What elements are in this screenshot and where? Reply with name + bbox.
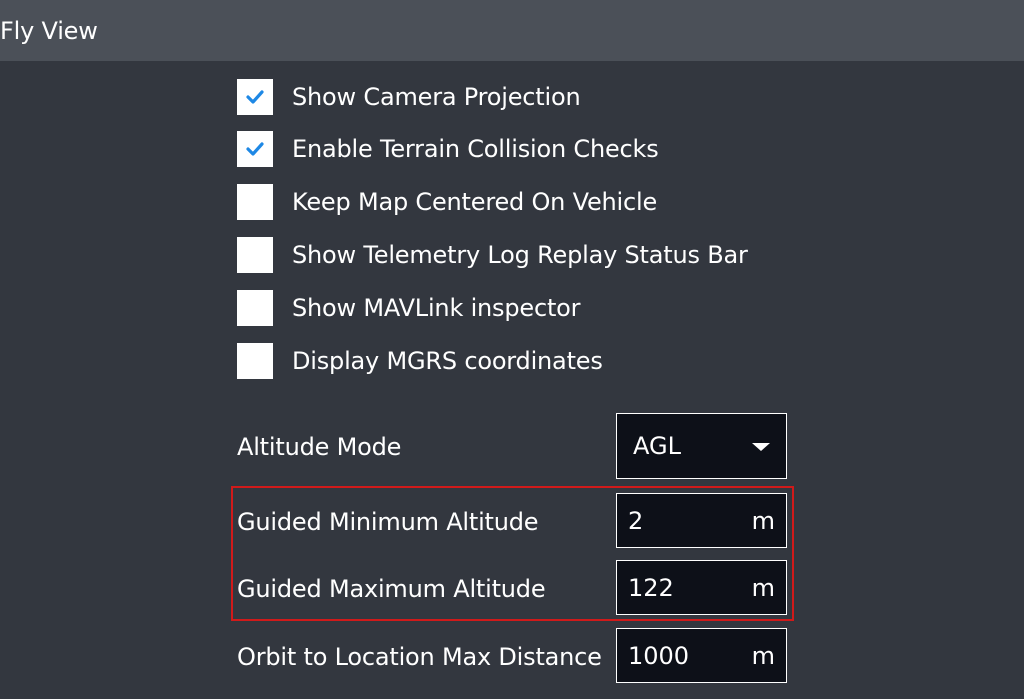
checkbox-row-mavlink-inspector[interactable]: Show MAVLink inspector [237, 290, 581, 326]
guided-min-altitude-field[interactable]: 2 m [616, 493, 787, 548]
guided-max-altitude-label: Guided Maximum Altitude [237, 575, 546, 603]
orbit-max-distance-field[interactable]: 1000 m [616, 628, 787, 683]
orbit-max-distance-unit: m [751, 642, 775, 670]
map-centered-label: Keep Map Centered On Vehicle [292, 188, 658, 216]
checkbox-row-camera-projection[interactable]: Show Camera Projection [237, 79, 581, 115]
camera-projection-label: Show Camera Projection [292, 83, 581, 111]
altitude-mode-value: AGL [633, 432, 681, 460]
terrain-collision-label: Enable Terrain Collision Checks [292, 135, 659, 163]
guided-min-altitude-unit: m [751, 507, 775, 535]
checkbox-row-mgrs[interactable]: Display MGRS coordinates [237, 343, 603, 379]
guided-max-altitude-value: 122 [628, 574, 674, 602]
telemetry-log-checkbox[interactable] [237, 237, 273, 273]
dropdown-arrow-icon [752, 443, 770, 451]
guided-min-altitude-value: 2 [628, 507, 644, 535]
guided-max-altitude-unit: m [751, 574, 775, 602]
orbit-max-distance-label: Orbit to Location Max Distance [237, 643, 602, 671]
terrain-collision-checkbox[interactable] [237, 131, 273, 167]
checkbox-row-map-centered[interactable]: Keep Map Centered On Vehicle [237, 184, 657, 220]
guided-max-altitude-field[interactable]: 122 m [616, 560, 787, 615]
header-bar: Fly View [0, 0, 1024, 61]
camera-projection-checkbox[interactable] [237, 79, 273, 115]
mavlink-inspector-label: Show MAVLink inspector [292, 294, 581, 322]
orbit-max-distance-value: 1000 [628, 642, 690, 670]
mgrs-checkbox[interactable] [237, 343, 273, 379]
altitude-mode-label: Altitude Mode [237, 433, 402, 461]
mavlink-inspector-checkbox[interactable] [237, 290, 273, 326]
checkmark-icon [246, 90, 264, 104]
altitude-mode-dropdown[interactable]: AGL [616, 413, 787, 479]
checkmark-icon [246, 142, 264, 156]
mgrs-label: Display MGRS coordinates [292, 347, 603, 375]
telemetry-log-label: Show Telemetry Log Replay Status Bar [292, 241, 748, 269]
page-title: Fly View [0, 17, 98, 45]
checkbox-row-terrain-collision[interactable]: Enable Terrain Collision Checks [237, 131, 659, 167]
guided-min-altitude-label: Guided Minimum Altitude [237, 508, 539, 536]
checkbox-row-telemetry-log[interactable]: Show Telemetry Log Replay Status Bar [237, 237, 748, 273]
map-centered-checkbox[interactable] [237, 184, 273, 220]
